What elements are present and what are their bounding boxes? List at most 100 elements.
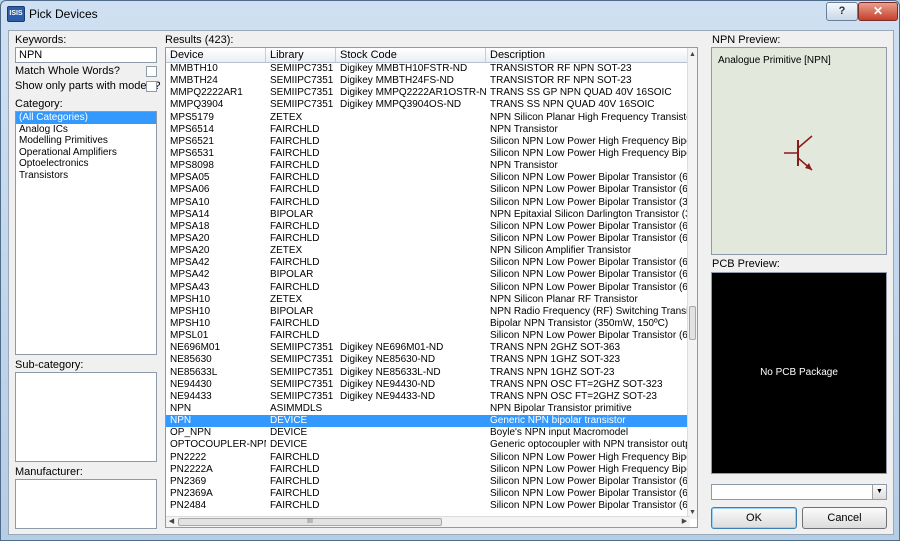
- library-cell: FAIRCHLD: [270, 196, 320, 208]
- keywords-input[interactable]: NPN: [15, 47, 157, 63]
- column-header-device[interactable]: Device: [166, 48, 266, 62]
- stock-code-cell: Digikey NE94433-ND: [340, 390, 436, 402]
- table-row[interactable]: MPSA14 BIPOLAR NPN Epitaxial Silicon Darli…: [166, 208, 691, 221]
- description-cell: Silicon NPN Low Power High Frequency Bip…: [490, 147, 691, 159]
- stock-code-cell: Digikey NE85633L-ND: [340, 366, 441, 378]
- table-row[interactable]: MPSA18 FAIRCHLD Silicon NPN Low Power Bipo…: [166, 221, 691, 233]
- help-button[interactable]: ?: [826, 2, 858, 21]
- table-row[interactable]: MPSA42 FAIRCHLD Silicon NPN Low Power Bipo…: [166, 257, 691, 269]
- keywords-label: Keywords:: [15, 34, 67, 46]
- ok-button[interactable]: OK: [711, 507, 797, 529]
- match-whole-words-checkbox[interactable]: [146, 66, 157, 77]
- library-cell: SEMIIPC7351: [270, 366, 334, 378]
- description-cell: TRANS SS GP NPN QUAD 40V 16SOIC: [490, 87, 672, 99]
- table-row[interactable]: MMPQ2222AR1 SEMIIPC7351 Digikey MMPQ2222AR…: [166, 87, 690, 99]
- category-item[interactable]: Modelling Primitives: [16, 135, 156, 147]
- subcategory-listbox[interactable]: [15, 372, 157, 462]
- table-row[interactable]: NE85630 SEMIIPC7351 Digikey NE85630-ND TRAN…: [166, 354, 690, 366]
- category-item[interactable]: Analog ICs: [16, 124, 156, 136]
- description-cell: Silicon NPN Low Power Bipolar Transistor…: [490, 487, 691, 499]
- table-row[interactable]: NPN DEVICE Generic NPN bipolar transistor: [166, 415, 690, 428]
- chevron-down-icon[interactable]: ▼: [872, 485, 886, 499]
- table-row[interactable]: MPSA06 FAIRCHLD Silicon NPN Low Power Bipo…: [166, 184, 691, 196]
- description-cell: TRANSISTOR RF NPN SOT-23: [490, 75, 632, 87]
- description-cell: Silicon NPN Low Power Bipolar Transistor…: [490, 184, 691, 196]
- table-row[interactable]: MPS5179 ZETEX NPN Silicon Planar High Freq…: [166, 112, 691, 124]
- description-cell: Silicon NPN Low Power High Frequency Bip…: [490, 451, 691, 463]
- pcb-preview-label: PCB Preview:: [712, 258, 780, 270]
- table-row[interactable]: MPSA20 ZETEX NPN Silicon Amplifier Transis…: [166, 245, 690, 257]
- table-row[interactable]: NE85633L SEMIIPC7351 Digikey NE85633L-ND TR…: [166, 367, 690, 379]
- table-row[interactable]: PN2369 FAIRCHLD Silicon NPN Low Power Bipo…: [166, 475, 691, 488]
- results-label: Results (423):: [165, 34, 234, 46]
- device-cell: MPS6514: [170, 123, 214, 135]
- description-cell: Generic optocoupler with NPN transistor …: [490, 439, 691, 451]
- pcb-preview-panel: No PCB Package: [711, 272, 887, 474]
- table-row[interactable]: PN2369A FAIRCHLD Silicon NPN Low Power Bip…: [166, 487, 691, 500]
- table-row[interactable]: MPSH10 ZETEX NPN Silicon Planar RF Transis…: [166, 294, 690, 306]
- table-row[interactable]: MPSA42 BIPOLAR Silicon NPN Low Power Bipol…: [166, 269, 691, 281]
- results-vertical-scrollbar[interactable]: ▲ ▼: [687, 48, 697, 519]
- package-dropdown[interactable]: ▼: [711, 484, 887, 500]
- category-item[interactable]: Optoelectronics: [16, 158, 156, 170]
- column-header-stock-code[interactable]: Stock Code: [336, 48, 486, 62]
- table-row[interactable]: NE696M01 SEMIIPC7351 Digikey NE696M01-ND TR…: [166, 342, 690, 354]
- show-models-checkbox[interactable]: [146, 81, 157, 92]
- table-row[interactable]: NE94433 SEMIIPC7351 Digikey NE94433-ND TRAN…: [166, 391, 690, 403]
- table-row[interactable]: MPS6531 FAIRCHLD Silicon NPN Low Power Hig…: [166, 147, 691, 160]
- device-cell: NE85630: [170, 354, 212, 366]
- table-row[interactable]: MPSA20 FAIRCHLD Silicon NPN Low Power Bipo…: [166, 233, 691, 245]
- table-row[interactable]: MMPQ3904 SEMIIPC7351 Digikey MMPQ3904OS-ND…: [166, 99, 690, 111]
- table-row[interactable]: MPSH10 BIPOLAR NPN Radio Frequency (RF) Sw…: [166, 306, 691, 318]
- table-row[interactable]: MMBTH10 SEMIIPC7351 Digikey MMBTH10FSTR-ND…: [166, 63, 690, 75]
- table-row[interactable]: OPTOCOUPLER-NPN DEVICE Generic optocoupler…: [166, 439, 691, 451]
- library-cell: DEVICE: [270, 427, 308, 439]
- results-table[interactable]: Device Library Stock Code Description MM…: [165, 47, 698, 528]
- scroll-up-arrow-icon[interactable]: ▲: [688, 50, 697, 59]
- table-row[interactable]: NE94430 SEMIIPC7351 Digikey NE94430-ND TRAN…: [166, 379, 690, 391]
- category-label: Category:: [15, 98, 63, 110]
- description-cell: Silicon NPN Low Power Bipolar Transistor…: [490, 196, 691, 208]
- table-row[interactable]: MPSA05 FAIRCHLD Silicon NPN Low Power Bipo…: [166, 172, 691, 184]
- results-horizontal-scrollbar[interactable]: ◀ III ▶: [166, 516, 690, 527]
- table-row[interactable]: PN2222A FAIRCHLD Silicon NPN Low Power Hig…: [166, 464, 691, 476]
- pcb-preview-text: No PCB Package: [760, 367, 838, 378]
- close-button[interactable]: ✕: [858, 2, 898, 21]
- table-row[interactable]: MPSH10 FAIRCHLD Bipolar NPN Transistor (35…: [166, 318, 690, 330]
- table-row[interactable]: MPSL01 FAIRCHLD Silicon NPN Low Power Bipo…: [166, 330, 691, 342]
- scroll-left-arrow-icon[interactable]: ◀: [167, 517, 176, 526]
- table-row[interactable]: PN2222 FAIRCHLD Silicon NPN Low Power High…: [166, 451, 691, 464]
- horizontal-scroll-thumb[interactable]: III: [178, 518, 442, 526]
- library-cell: SEMIIPC7351: [270, 390, 334, 402]
- table-row[interactable]: MMBTH24 SEMIIPC7351 Digikey MMBTH24FS-ND TR…: [166, 75, 690, 87]
- device-cell: MPSL01: [170, 330, 209, 342]
- title-bar[interactable]: ISIS Pick Devices ? ✕: [1, 1, 899, 27]
- device-cell: MPS8098: [170, 160, 214, 172]
- library-cell: SEMIIPC7351: [270, 378, 334, 390]
- table-row[interactable]: MPS8098 FAIRCHLD NPN Transistor: [166, 160, 690, 172]
- cancel-button[interactable]: Cancel: [802, 507, 887, 529]
- description-cell: Silicon NPN Low Power Bipolar Transistor…: [490, 475, 691, 487]
- column-header-description[interactable]: Description: [486, 48, 690, 62]
- category-listbox[interactable]: (All Categories) Analog ICs Modelling Prim…: [15, 111, 157, 355]
- table-row[interactable]: MPS6514 FAIRCHLD NPN Transistor: [166, 124, 690, 136]
- table-row[interactable]: PN2484 FAIRCHLD Silicon NPN Low Power Bipo…: [166, 500, 691, 512]
- description-cell: NPN Silicon Planar RF Transistor: [490, 293, 638, 305]
- category-item[interactable]: (All Categories): [16, 112, 156, 124]
- column-header-library[interactable]: Library: [266, 48, 336, 62]
- category-item[interactable]: Transistors: [16, 170, 156, 182]
- dialog-client-area: Keywords: NPN Match Whole Words? Show on…: [8, 30, 894, 535]
- library-cell: BIPOLAR: [270, 208, 314, 220]
- vertical-scroll-thumb[interactable]: [689, 306, 696, 340]
- table-row[interactable]: NPN ASIMMDLS NPN Bipolar Transistor primit…: [166, 403, 690, 415]
- category-item[interactable]: Operational Amplifiers: [16, 147, 156, 159]
- library-cell: FAIRCHLD: [270, 281, 320, 293]
- table-row[interactable]: MPSA10 FAIRCHLD Silicon NPN Low Power Bipo…: [166, 196, 691, 209]
- device-cell: MPSA06: [170, 184, 210, 196]
- table-row[interactable]: MPS6521 FAIRCHLD Silicon NPN Low Power Hig…: [166, 136, 691, 148]
- scroll-right-arrow-icon[interactable]: ▶: [680, 517, 689, 526]
- device-cell: MPSA05: [170, 172, 210, 184]
- table-row[interactable]: MPSA43 FAIRCHLD Silicon NPN Low Power Bipo…: [166, 281, 691, 294]
- table-row[interactable]: OP_NPN DEVICE Boyle's NPN input Macromodel: [166, 427, 690, 439]
- manufacturer-listbox[interactable]: [15, 479, 157, 529]
